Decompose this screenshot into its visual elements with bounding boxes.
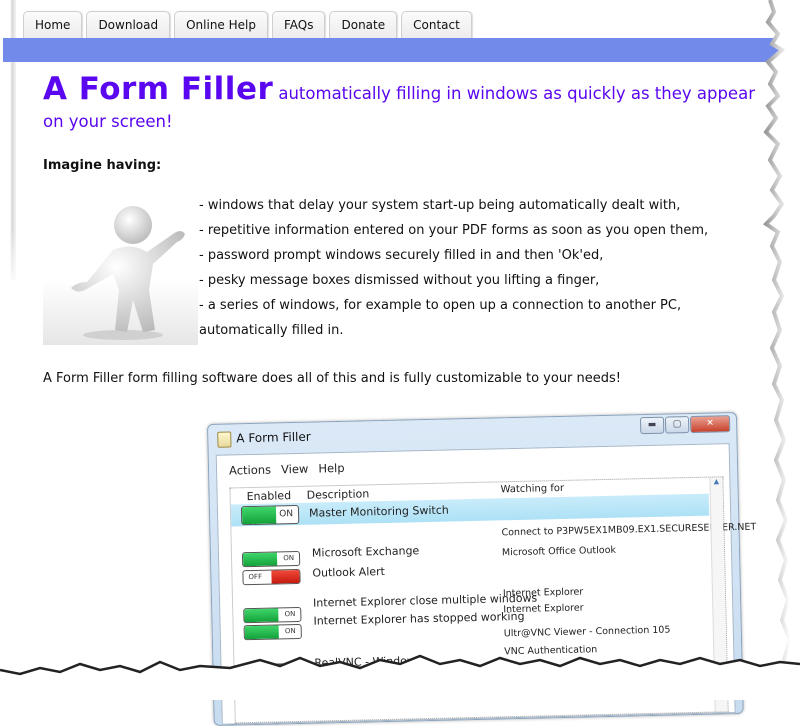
close-icon: ✕ (689, 415, 731, 434)
feature-item: - pesky message boxes dismissed without … (199, 273, 600, 288)
window-controls: ▬ ▢ ✕ (639, 415, 731, 435)
col-description: Description (306, 487, 370, 502)
rule-description: Internet Explorer has stopped working (313, 609, 525, 628)
feature-item: automatically filled in. (199, 323, 344, 338)
tab-faqs[interactable]: FAQs (271, 11, 326, 39)
feature-item: - a series of windows, for example to op… (199, 298, 682, 313)
summary-text: A Form Filler form filling software does… (43, 371, 622, 386)
master-row: ON Master Monitoring Switch (230, 493, 710, 527)
torn-edge-bottom (0, 654, 800, 700)
person-figure-icon (43, 190, 198, 345)
maximize-icon: ▢ (664, 416, 690, 434)
feature-list: - windows that delay your system start-u… (199, 193, 708, 343)
app-menu-actions: Actions (228, 462, 272, 478)
tab-home[interactable]: Home (23, 11, 83, 39)
torn-edge-right (762, 0, 800, 700)
rule-toggle-on: ON (243, 623, 302, 641)
rule-watching: Microsoft Office Outlook (501, 544, 617, 559)
tab-online-help[interactable]: Online Help (174, 11, 268, 39)
tab-download[interactable]: Download (86, 11, 171, 39)
page-title: A Form Filler (43, 71, 274, 107)
feature-item: - repetitive information entered on your… (199, 223, 709, 238)
rule-toggle-on: ON (241, 550, 301, 568)
nav-bar (3, 38, 790, 62)
rule-toggle-on: ON (243, 606, 302, 624)
rule-watching: Ultr@VNC Viewer - Connection 105 (503, 624, 671, 640)
feature-item: - password prompt windows securely fille… (199, 248, 604, 263)
master-description: Master Monitoring Switch (308, 503, 449, 520)
app-window-title: A Form Filler (236, 429, 311, 446)
rule-description: Microsoft Exchange (311, 544, 420, 560)
app-menu-view: View (280, 461, 309, 477)
rule-description: Outlook Alert (312, 565, 386, 580)
minimize-icon: ▬ (639, 416, 665, 435)
app-menu-help: Help (318, 460, 345, 476)
col-enabled: Enabled (246, 489, 292, 504)
tab-contact[interactable]: Contact (401, 11, 472, 39)
scroll-up-icon: ▲ (713, 477, 720, 486)
intro-heading: Imagine having: (43, 158, 162, 173)
rule-toggle-off: OFF (242, 568, 301, 586)
rule-watching: Internet Explorer (502, 586, 584, 600)
app-clipboard-icon (217, 431, 232, 448)
rule-watching: Internet Explorer (503, 602, 584, 616)
col-watching-for: Watching for (500, 482, 565, 496)
app-menu: Actions View Help (229, 461, 345, 478)
page-header: A Form Filler automatically filling in w… (43, 74, 763, 136)
main-nav: Home Download Online Help FAQs Donate Co… (23, 11, 472, 39)
feature-item: - windows that delay your system start-u… (199, 198, 681, 213)
master-toggle: ON (240, 504, 300, 526)
tab-donate[interactable]: Donate (329, 11, 398, 39)
